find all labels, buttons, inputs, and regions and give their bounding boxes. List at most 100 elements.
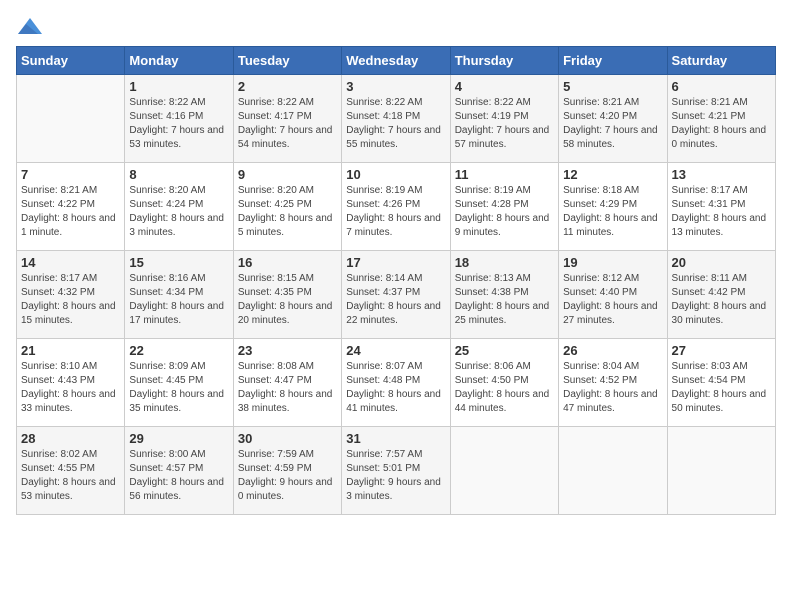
- calendar-cell: 12 Sunrise: 8:18 AMSunset: 4:29 PMDayligh…: [559, 163, 667, 251]
- calendar-cell: [450, 427, 558, 515]
- day-info: Sunrise: 8:08 AMSunset: 4:47 PMDaylight:…: [238, 360, 337, 416]
- day-info: Sunrise: 8:09 AMSunset: 4:45 PMDaylight:…: [129, 360, 228, 416]
- calendar-week-row: 1Sunrise: 8:22 AMSunset: 4:16 PMDaylight…: [17, 75, 776, 163]
- day-info: Sunrise: 8:22 AMSunset: 4:17 PMDaylight:…: [238, 96, 337, 152]
- logo-icon: [16, 16, 44, 38]
- day-info: Sunrise: 8:04 AMSunset: 4:52 PMDaylight:…: [563, 360, 662, 416]
- day-info: Sunrise: 8:06 AMSunset: 4:50 PMDaylight:…: [455, 360, 554, 416]
- day-number: 13: [672, 167, 771, 182]
- calendar-cell: 8 Sunrise: 8:20 AMSunset: 4:24 PMDaylight…: [125, 163, 233, 251]
- weekday-header-tuesday: Tuesday: [233, 47, 341, 75]
- day-info: Sunrise: 8:21 AMSunset: 4:21 PMDaylight:…: [672, 96, 771, 152]
- calendar-cell: 24Sunrise: 8:07 AMSunset: 4:48 PMDayligh…: [342, 339, 450, 427]
- day-info: Sunrise: 8:15 AMSunset: 4:35 PMDaylight:…: [238, 272, 337, 328]
- day-number: 27: [672, 343, 771, 358]
- weekday-header-saturday: Saturday: [667, 47, 775, 75]
- day-number: 31: [346, 431, 445, 446]
- weekday-header-wednesday: Wednesday: [342, 47, 450, 75]
- day-number: 7: [21, 167, 120, 182]
- day-number: 28: [21, 431, 120, 446]
- day-number: 11: [455, 167, 554, 182]
- calendar-table: SundayMondayTuesdayWednesdayThursdayFrid…: [16, 46, 776, 515]
- day-number: 23: [238, 343, 337, 358]
- day-info: Sunrise: 8:00 AMSunset: 4:57 PMDaylight:…: [129, 448, 228, 504]
- day-number: 2: [238, 79, 337, 94]
- calendar-body: 1Sunrise: 8:22 AMSunset: 4:16 PMDaylight…: [17, 75, 776, 515]
- calendar-cell: 19 Sunrise: 8:12 AMSunset: 4:40 PMDayligh…: [559, 251, 667, 339]
- day-info: Sunrise: 8:21 AMSunset: 4:20 PMDaylight:…: [563, 96, 662, 152]
- day-number: 6: [672, 79, 771, 94]
- calendar-cell: [559, 427, 667, 515]
- weekday-header-row: SundayMondayTuesdayWednesdayThursdayFrid…: [17, 47, 776, 75]
- logo: [16, 16, 52, 38]
- day-info: Sunrise: 8:11 AMSunset: 4:42 PMDaylight:…: [672, 272, 771, 328]
- day-number: 12: [563, 167, 662, 182]
- day-number: 4: [455, 79, 554, 94]
- day-info: Sunrise: 8:17 AMSunset: 4:32 PMDaylight:…: [21, 272, 120, 328]
- day-info: Sunrise: 8:19 AMSunset: 4:28 PMDaylight:…: [455, 184, 554, 240]
- calendar-cell: 18 Sunrise: 8:13 AMSunset: 4:38 PMDayligh…: [450, 251, 558, 339]
- day-number: 26: [563, 343, 662, 358]
- day-number: 15: [129, 255, 228, 270]
- day-number: 17: [346, 255, 445, 270]
- calendar-cell: 1Sunrise: 8:22 AMSunset: 4:16 PMDaylight…: [125, 75, 233, 163]
- day-info: Sunrise: 8:22 AMSunset: 4:16 PMDaylight:…: [129, 96, 228, 152]
- calendar-cell: 9 Sunrise: 8:20 AMSunset: 4:25 PMDaylight…: [233, 163, 341, 251]
- calendar-cell: 10 Sunrise: 8:19 AMSunset: 4:26 PMDayligh…: [342, 163, 450, 251]
- calendar-cell: 3Sunrise: 8:22 AMSunset: 4:18 PMDaylight…: [342, 75, 450, 163]
- weekday-header-monday: Monday: [125, 47, 233, 75]
- day-number: 21: [21, 343, 120, 358]
- day-info: Sunrise: 8:13 AMSunset: 4:38 PMDaylight:…: [455, 272, 554, 328]
- calendar-cell: [667, 427, 775, 515]
- day-number: 8: [129, 167, 228, 182]
- day-number: 25: [455, 343, 554, 358]
- calendar-cell: 23 Sunrise: 8:08 AMSunset: 4:47 PMDayligh…: [233, 339, 341, 427]
- weekday-header-friday: Friday: [559, 47, 667, 75]
- calendar-cell: 20 Sunrise: 8:11 AMSunset: 4:42 PMDayligh…: [667, 251, 775, 339]
- calendar-cell: 17 Sunrise: 8:14 AMSunset: 4:37 PMDayligh…: [342, 251, 450, 339]
- calendar-cell: 29 Sunrise: 8:00 AMSunset: 4:57 PMDayligh…: [125, 427, 233, 515]
- calendar-cell: 25 Sunrise: 8:06 AMSunset: 4:50 PMDayligh…: [450, 339, 558, 427]
- day-info: Sunrise: 8:18 AMSunset: 4:29 PMDaylight:…: [563, 184, 662, 240]
- calendar-cell: 22 Sunrise: 8:09 AMSunset: 4:45 PMDayligh…: [125, 339, 233, 427]
- day-info: Sunrise: 8:14 AMSunset: 4:37 PMDaylight:…: [346, 272, 445, 328]
- day-info: Sunrise: 8:07 AMSunset: 4:48 PMDaylight:…: [346, 360, 445, 416]
- calendar-cell: 13 Sunrise: 8:17 AMSunset: 4:31 PMDayligh…: [667, 163, 775, 251]
- calendar-cell: 21 Sunrise: 8:10 AMSunset: 4:43 PMDayligh…: [17, 339, 125, 427]
- day-info: Sunrise: 8:17 AMSunset: 4:31 PMDaylight:…: [672, 184, 771, 240]
- day-info: Sunrise: 8:21 AMSunset: 4:22 PMDaylight:…: [21, 184, 120, 240]
- calendar-cell: 27Sunrise: 8:03 AMSunset: 4:54 PMDayligh…: [667, 339, 775, 427]
- day-info: Sunrise: 8:20 AMSunset: 4:25 PMDaylight:…: [238, 184, 337, 240]
- calendar-cell: 26 Sunrise: 8:04 AMSunset: 4:52 PMDayligh…: [559, 339, 667, 427]
- calendar-cell: 6 Sunrise: 8:21 AMSunset: 4:21 PMDaylight…: [667, 75, 775, 163]
- day-info: Sunrise: 7:57 AMSunset: 5:01 PMDaylight:…: [346, 448, 445, 504]
- day-number: 9: [238, 167, 337, 182]
- calendar-cell: 11 Sunrise: 8:19 AMSunset: 4:28 PMDayligh…: [450, 163, 558, 251]
- calendar-cell: 4Sunrise: 8:22 AMSunset: 4:19 PMDaylight…: [450, 75, 558, 163]
- calendar-week-row: 21 Sunrise: 8:10 AMSunset: 4:43 PMDayligh…: [17, 339, 776, 427]
- day-number: 18: [455, 255, 554, 270]
- weekday-header-sunday: Sunday: [17, 47, 125, 75]
- day-number: 10: [346, 167, 445, 182]
- day-number: 14: [21, 255, 120, 270]
- calendar-cell: 2 Sunrise: 8:22 AMSunset: 4:17 PMDaylight…: [233, 75, 341, 163]
- calendar-week-row: 28 Sunrise: 8:02 AMSunset: 4:55 PMDayligh…: [17, 427, 776, 515]
- calendar-cell: 30Sunrise: 7:59 AMSunset: 4:59 PMDayligh…: [233, 427, 341, 515]
- day-info: Sunrise: 8:10 AMSunset: 4:43 PMDaylight:…: [21, 360, 120, 416]
- calendar-cell: 16 Sunrise: 8:15 AMSunset: 4:35 PMDayligh…: [233, 251, 341, 339]
- calendar-cell: 31 Sunrise: 7:57 AMSunset: 5:01 PMDayligh…: [342, 427, 450, 515]
- day-number: 19: [563, 255, 662, 270]
- day-number: 30: [238, 431, 337, 446]
- calendar-cell: 7 Sunrise: 8:21 AMSunset: 4:22 PMDaylight…: [17, 163, 125, 251]
- day-number: 16: [238, 255, 337, 270]
- day-number: 29: [129, 431, 228, 446]
- day-info: Sunrise: 8:20 AMSunset: 4:24 PMDaylight:…: [129, 184, 228, 240]
- day-info: Sunrise: 8:02 AMSunset: 4:55 PMDaylight:…: [21, 448, 120, 504]
- day-number: 20: [672, 255, 771, 270]
- day-number: 22: [129, 343, 228, 358]
- day-info: Sunrise: 8:19 AMSunset: 4:26 PMDaylight:…: [346, 184, 445, 240]
- calendar-cell: 5Sunrise: 8:21 AMSunset: 4:20 PMDaylight…: [559, 75, 667, 163]
- page-header: [16, 16, 776, 38]
- calendar-cell: 14 Sunrise: 8:17 AMSunset: 4:32 PMDayligh…: [17, 251, 125, 339]
- day-info: Sunrise: 8:12 AMSunset: 4:40 PMDaylight:…: [563, 272, 662, 328]
